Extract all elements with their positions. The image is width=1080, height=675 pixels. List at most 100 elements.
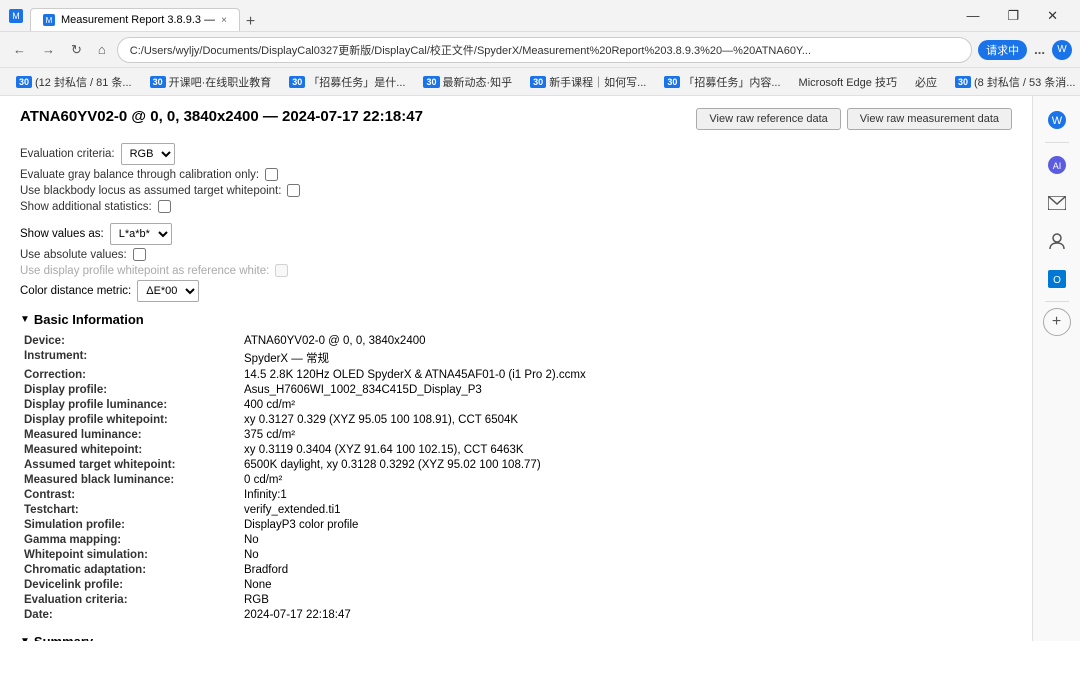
bookmark-zhihu[interactable]: 30 最新动态·知乎 — [415, 72, 520, 92]
bookmark-label-2: 开课吧·在线职业教育 — [169, 74, 272, 90]
sidebar-divider-2 — [1045, 301, 1069, 302]
basic-info-field-label: Measured black luminance: — [20, 472, 240, 487]
basic-info-field-value: No — [240, 547, 1012, 562]
basic-info-field-value: Asus_H7606WI_1002_834C415D_Display_P3 — [240, 382, 1012, 397]
bookmark-badge-1: 30 — [16, 76, 32, 88]
address-bar[interactable]: C:/Users/wyljy/Documents/DisplayCal0327更… — [117, 37, 972, 63]
additional-stats-label: Show additional statistics: — [20, 201, 152, 213]
basic-info-field-label: Measured whitepoint: — [20, 442, 240, 457]
address-text: C:/Users/wyljy/Documents/DisplayCal0327更… — [130, 42, 811, 58]
main-content: ATNA60YV02-0 @ 0, 0, 3840x2400 — 2024-07… — [0, 96, 1032, 641]
blackbody-checkbox[interactable] — [287, 184, 300, 197]
basic-info-row: Simulation profile:DisplayP3 color profi… — [20, 517, 1012, 532]
bookmark-mail[interactable]: 30 (12 封私信 / 81 条... — [8, 72, 140, 92]
additional-stats-checkbox[interactable] — [158, 200, 171, 213]
sidebar-profile-button[interactable]: W — [1041, 104, 1073, 136]
bookmark-badge-9: 30 — [955, 76, 971, 88]
basic-info-row: Chromatic adaptation:Bradford — [20, 562, 1012, 577]
basic-info-field-label: Instrument: — [20, 348, 240, 367]
bookmark-badge-2: 30 — [150, 76, 166, 88]
basic-info-row: Measured whitepoint:xy 0.3119 0.3404 (XY… — [20, 442, 1012, 457]
basic-info-field-label: Chromatic adaptation: — [20, 562, 240, 577]
eval-criteria-row: Evaluation criteria: RGB — [20, 143, 1012, 165]
blackbody-label: Use blackbody locus as assumed target wh… — [20, 185, 281, 197]
new-tab-button[interactable]: + — [240, 13, 261, 31]
basic-info-field-value: 400 cd/m² — [240, 397, 1012, 412]
gray-balance-checkbox[interactable] — [265, 168, 278, 181]
basic-info-field-value: Infinity:1 — [240, 487, 1012, 502]
back-button[interactable]: ← — [8, 39, 31, 60]
bookmark-label-5: 新手课程｜如何写... — [549, 74, 646, 90]
bookmark-course[interactable]: 30 新手课程｜如何写... — [522, 72, 654, 92]
sidebar-add-button[interactable]: + — [1043, 308, 1071, 336]
display-profile-checkbox[interactable] — [275, 264, 288, 277]
color-distance-row: Color distance metric: ΔE*00 — [20, 280, 1012, 302]
sidebar-mail-button[interactable] — [1041, 187, 1073, 219]
sidebar-people-button[interactable] — [1041, 225, 1073, 257]
bookmark-kaikeba[interactable]: 30 开课吧·在线职业教育 — [142, 72, 280, 92]
profile-avatar[interactable]: W — [1052, 40, 1072, 60]
page-container: ATNA60YV02-0 @ 0, 0, 3840x2400 — 2024-07… — [0, 96, 1080, 641]
basic-info-row: Assumed target whitepoint:6500K daylight… — [20, 457, 1012, 472]
basic-info-row: Instrument:SpyderX — 常规 — [20, 348, 1012, 367]
show-values-select[interactable]: L*a*b* — [110, 223, 172, 245]
gray-balance-row: Evaluate gray balance through calibratio… — [20, 168, 1012, 181]
basic-info-field-value: 375 cd/m² — [240, 427, 1012, 442]
basic-info-field-value: RGB — [240, 592, 1012, 607]
bookmark-badge-6: 30 — [664, 76, 680, 88]
basic-info-row: Whitepoint simulation:No — [20, 547, 1012, 562]
basic-info-field-value: 6500K daylight, xy 0.3128 0.3292 (XYZ 95… — [240, 457, 1012, 472]
sidebar-outlook-button[interactable]: O — [1041, 263, 1073, 295]
basic-info-row: Measured luminance:375 cd/m² — [20, 427, 1012, 442]
bookmark-bing[interactable]: 必应 — [907, 72, 945, 92]
basic-info-field-value: xy 0.3119 0.3404 (XYZ 91.64 100 102.15),… — [240, 442, 1012, 457]
eval-criteria-select[interactable]: RGB — [121, 143, 175, 165]
tab-favicon: M — [43, 14, 55, 26]
basic-info-table: Device:ATNA60YV02-0 @ 0, 0, 3840x2400Ins… — [20, 333, 1012, 622]
basic-info-title: Basic Information — [34, 312, 144, 327]
display-profile-row: Use display profile whitepoint as refere… — [20, 264, 1012, 277]
basic-info-field-value: SpyderX — 常规 — [240, 348, 1012, 367]
action-buttons: View raw reference data View raw measure… — [696, 108, 1012, 130]
restore-button[interactable]: ❐ — [993, 4, 1033, 28]
basic-info-row: Contrast:Infinity:1 — [20, 487, 1012, 502]
bookmark-badge-3: 30 — [289, 76, 305, 88]
basic-info-field-value: 14.5 2.8K 120Hz OLED SpyderX & ATNA45AF0… — [240, 367, 1012, 382]
close-button[interactable]: ✕ — [1033, 4, 1072, 28]
bookmark-mail2[interactable]: 30 (8 封私信 / 53 条消... — [947, 72, 1080, 92]
report-title: ATNA60YV02-0 @ 0, 0, 3840x2400 — 2024-07… — [20, 108, 423, 125]
extensions-button[interactable]: 请求中 — [978, 40, 1027, 60]
view-raw-measurement-button[interactable]: View raw measurement data — [847, 108, 1012, 130]
bookmark-recruit2[interactable]: 30 「招募任务」内容... — [656, 72, 788, 92]
bookmark-edge-tips[interactable]: Microsoft Edge 技巧 — [791, 72, 905, 92]
home-button[interactable]: ⌂ — [93, 39, 111, 60]
basic-info-row: Display profile whitepoint:xy 0.3127 0.3… — [20, 412, 1012, 427]
color-distance-select[interactable]: ΔE*00 — [137, 280, 199, 302]
basic-info-field-value: No — [240, 532, 1012, 547]
bookmark-label-8: 必应 — [915, 74, 937, 90]
additional-stats-row: Show additional statistics: — [20, 200, 1012, 213]
absolute-values-checkbox[interactable] — [133, 248, 146, 261]
more-options-button[interactable]: ... — [1031, 39, 1048, 60]
basic-info-row: Devicelink profile:None — [20, 577, 1012, 592]
forward-button[interactable]: → — [37, 39, 60, 60]
bookmark-badge-4: 30 — [423, 76, 439, 88]
refresh-button[interactable]: ↻ — [66, 39, 87, 61]
bookmark-recruit1[interactable]: 30 「招募任务」是什... — [281, 72, 413, 92]
tab-close-button[interactable]: × — [221, 15, 227, 26]
basic-info-field-label: Measured luminance: — [20, 427, 240, 442]
bookmark-label-1: (12 封私信 / 81 条... — [35, 74, 132, 90]
basic-info-field-value: 2024-07-17 22:18:47 — [240, 607, 1012, 622]
summary-title: Summary — [34, 634, 93, 641]
sidebar-copilot-button[interactable]: AI — [1041, 149, 1073, 181]
active-tab[interactable]: M Measurement Report 3.8.9.3 — × — [30, 8, 240, 31]
basic-info-row: Date:2024-07-17 22:18:47 — [20, 607, 1012, 622]
basic-info-field-label: Contrast: — [20, 487, 240, 502]
browser-actions: 请求中 ... W — [978, 39, 1072, 60]
minimize-button[interactable]: — — [952, 4, 993, 28]
bookmark-label-3: 「招募任务」是什... — [308, 74, 405, 90]
view-raw-reference-button[interactable]: View raw reference data — [696, 108, 840, 130]
address-bar-row: ← → ↻ ⌂ C:/Users/wyljy/Documents/Display… — [0, 32, 1080, 68]
eval-criteria-label: Evaluation criteria: — [20, 148, 115, 160]
section-triangle-summary: ▼ — [20, 636, 30, 641]
